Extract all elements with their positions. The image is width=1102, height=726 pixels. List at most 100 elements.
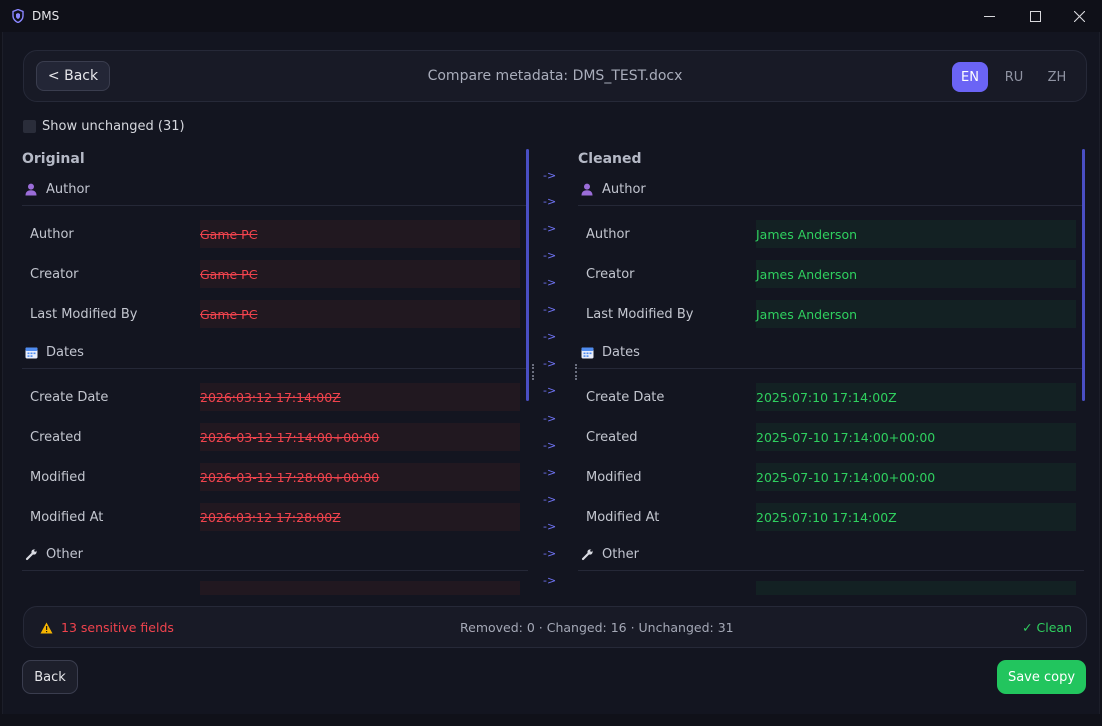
cleaned-value: 2025:07:10 17:14:00Z: [756, 383, 1076, 411]
original-value: 2026-03-12 17:28:00+00:00: [200, 463, 520, 491]
show-unchanged-checkbox[interactable]: [23, 120, 36, 133]
field-label: Creator: [586, 266, 635, 282]
metadata-row: Modified 2025-07-10 17:14:00+00:00: [578, 463, 1084, 491]
section-label: Other: [46, 547, 83, 562]
header-bar: < Back Compare metadata: DMS_TEST.docx E…: [23, 50, 1087, 102]
partial-value: [200, 581, 520, 595]
cleaned-title: Cleaned: [578, 151, 642, 167]
cleaned-panel: Cleaned Author Author James Anderson Creato…: [578, 147, 1084, 595]
original-section-author: Author: [22, 174, 528, 206]
field-label: Last Modified By: [586, 306, 694, 322]
section-label: Other: [602, 547, 639, 562]
cleaned-section-author: Author: [578, 174, 1084, 206]
metadata-row: Modified 2026-03-12 17:28:00+00:00: [22, 463, 528, 491]
metadata-row: Last Modified By James Anderson: [578, 300, 1084, 328]
field-label: Modified At: [30, 509, 104, 525]
cleaned-value: James Anderson: [756, 260, 1076, 288]
page-title: Compare metadata: DMS_TEST.docx: [427, 68, 683, 84]
arrow-glyph: ->: [543, 303, 557, 316]
metadata-row: Modified At 2026:03:12 17:28:00Z: [22, 503, 528, 531]
original-value: 2026:03:12 17:28:00Z: [200, 503, 520, 531]
calendar-icon: [580, 346, 594, 360]
metadata-row: Author James Anderson: [578, 220, 1084, 248]
arrow-glyph: ->: [543, 384, 557, 397]
field-label: Modified: [30, 469, 86, 485]
field-label: Author: [30, 226, 74, 242]
cleaned-value: 2025-07-10 17:14:00+00:00: [756, 463, 1076, 491]
maximize-button[interactable]: [1012, 0, 1058, 32]
metadata-row: Last Modified By Game PC: [22, 300, 528, 328]
arrow-glyph: ->: [543, 574, 557, 587]
clean-status: ✓ Clean: [1022, 620, 1072, 635]
minimize-icon: [983, 15, 995, 17]
original-panel: Original Author Author Game PC Creator Game …: [22, 147, 528, 595]
resize-grip-right[interactable]: [575, 364, 577, 380]
metadata-row-partial: [22, 581, 528, 595]
field-label: Create Date: [586, 389, 665, 405]
arrow-glyph: ->: [543, 520, 557, 533]
original-value: Game PC: [200, 260, 520, 288]
metadata-row: Author Game PC: [22, 220, 528, 248]
app-window: < Back Compare metadata: DMS_TEST.docx E…: [2, 32, 1100, 714]
cleaned-scrollbar[interactable]: [1082, 149, 1085, 401]
metadata-row: Creator Game PC: [22, 260, 528, 288]
field-label: Last Modified By: [30, 306, 138, 322]
minimize-button[interactable]: [966, 0, 1012, 32]
show-unchanged-label: Show unchanged (31): [42, 119, 185, 134]
field-label: Created: [30, 429, 82, 445]
section-label: Dates: [46, 345, 84, 360]
arrow-glyph: ->: [543, 547, 557, 560]
arrow-glyph: ->: [543, 493, 557, 506]
arrow-glyph: ->: [543, 330, 557, 343]
metadata-row: Create Date 2025:07:10 17:14:00Z: [578, 383, 1084, 411]
calendar-icon: [24, 346, 38, 360]
maximize-icon: [1029, 10, 1041, 22]
lang-zh-button[interactable]: ZH: [1039, 62, 1075, 92]
metadata-row: Created 2025-07-10 17:14:00+00:00: [578, 423, 1084, 451]
section-label: Author: [46, 182, 90, 197]
original-section-other: Other: [22, 539, 528, 571]
back-button[interactable]: Back: [22, 660, 78, 694]
field-label: Created: [586, 429, 638, 445]
window-title: DMS: [32, 9, 60, 23]
metadata-row: Creator James Anderson: [578, 260, 1084, 288]
section-label: Dates: [602, 345, 640, 360]
save-copy-button[interactable]: Save copy: [997, 660, 1086, 694]
arrow-glyph: ->: [543, 169, 557, 182]
arrow-glyph: ->: [543, 276, 557, 289]
close-button[interactable]: [1056, 0, 1102, 32]
cleaned-section-other: Other: [578, 539, 1084, 571]
warning-icon: [40, 622, 53, 633]
field-label: Create Date: [30, 389, 109, 405]
wrench-icon: [580, 548, 594, 562]
change-counts: Removed: 0 · Changed: 16 · Unchanged: 31: [460, 620, 734, 635]
resize-grip[interactable]: [532, 364, 534, 380]
section-label: Author: [602, 182, 646, 197]
show-unchanged-toggle[interactable]: Show unchanged (31): [23, 119, 185, 134]
shield-icon: [12, 9, 24, 23]
arrow-glyph: ->: [543, 195, 557, 208]
field-label: Modified: [586, 469, 642, 485]
arrow-glyph: ->: [543, 357, 557, 370]
original-value: 2026-03-12 17:14:00+00:00: [200, 423, 520, 451]
cleaned-value: 2025:07:10 17:14:00Z: [756, 503, 1076, 531]
arrow-glyph: ->: [543, 249, 557, 262]
arrow-glyph: ->: [543, 466, 557, 479]
field-label: Creator: [30, 266, 79, 282]
cleaned-value: James Anderson: [756, 300, 1076, 328]
partial-value: [756, 581, 1076, 595]
metadata-row: Create Date 2026:03:12 17:14:00Z: [22, 383, 528, 411]
arrow-glyph: ->: [543, 439, 557, 452]
field-label: Author: [586, 226, 630, 242]
lang-en-button[interactable]: EN: [952, 62, 988, 92]
original-scrollbar[interactable]: [526, 149, 529, 401]
close-icon: [1073, 10, 1085, 22]
metadata-row-partial: [578, 581, 1084, 595]
sensitive-count: 13 sensitive fields: [61, 620, 174, 635]
field-label: Modified At: [586, 509, 660, 525]
original-title: Original: [22, 151, 85, 167]
original-value: Game PC: [200, 220, 520, 248]
cleaned-value: James Anderson: [756, 220, 1076, 248]
wrench-icon: [24, 548, 38, 562]
lang-ru-button[interactable]: RU: [996, 62, 1032, 92]
